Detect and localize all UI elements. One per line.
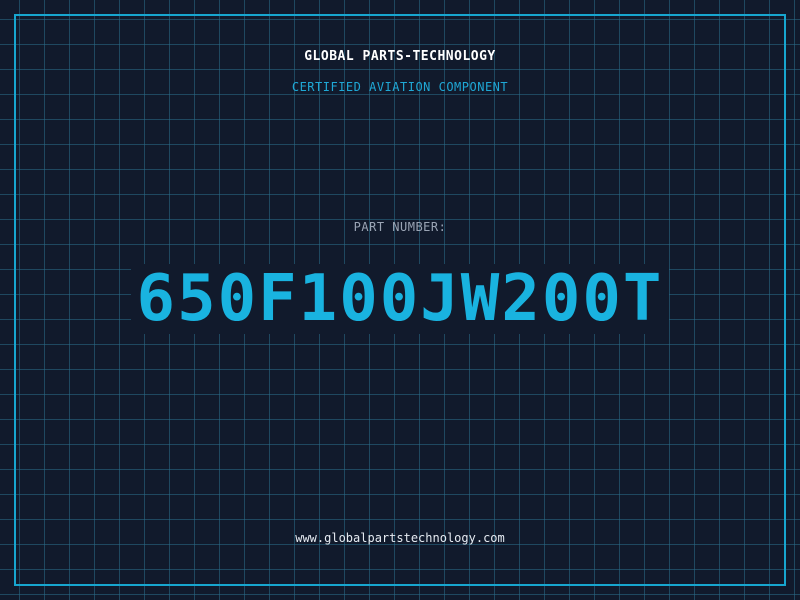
- tagline: CERTIFIED AVIATION COMPONENT: [291, 80, 509, 94]
- part-number-label: PART NUMBER:: [353, 220, 447, 234]
- website-url: www.globalpartstechnology.com: [295, 531, 505, 545]
- company-name: GLOBAL PARTS-TECHNOLOGY: [304, 49, 496, 64]
- certificate-card: { "header": { "company": "GLOBAL PARTS-T…: [0, 0, 800, 600]
- part-number-value: 650F100JW200T: [130, 264, 670, 334]
- part-number-container: 650F100JW200T: [0, 264, 800, 334]
